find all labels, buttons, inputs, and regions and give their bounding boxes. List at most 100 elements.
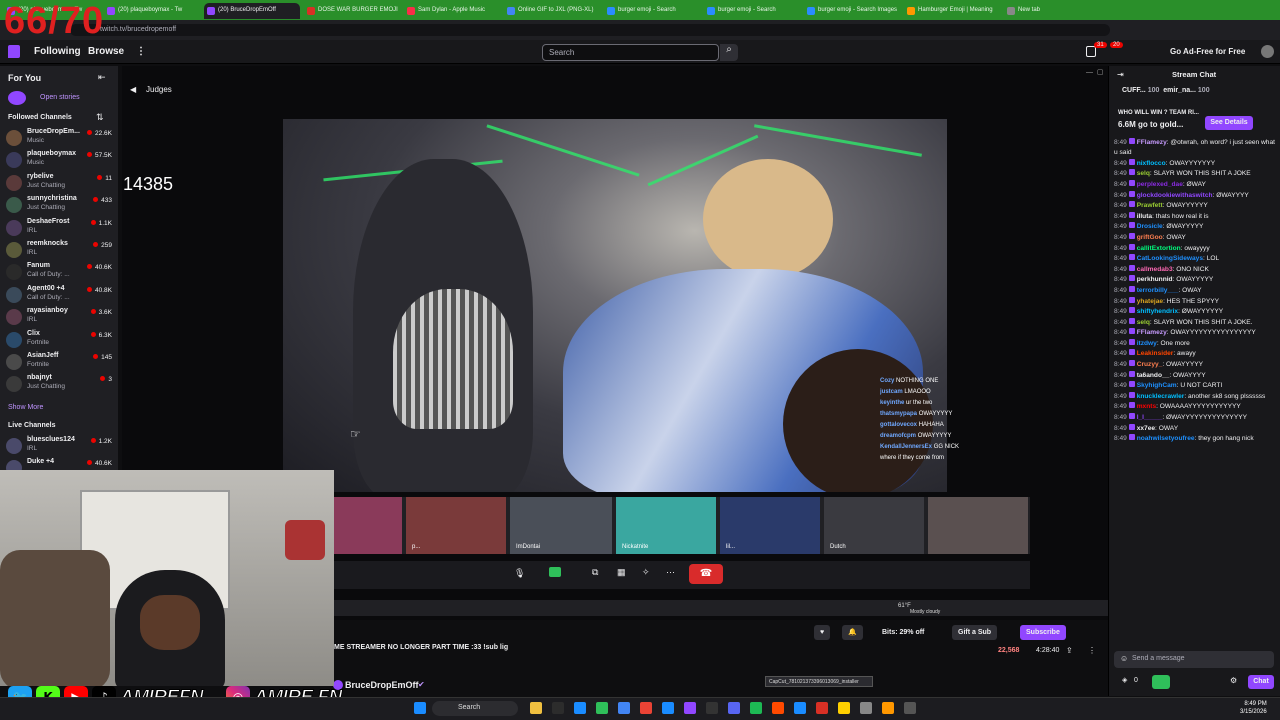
chat-username[interactable]: CatLookingSideways [1137,255,1203,262]
see-details-button[interactable]: See Details [1205,116,1253,130]
taskbar-app-icon[interactable] [772,702,784,714]
browser-tab[interactable]: burger emoji - Search Images [804,3,900,19]
sidebar-channel[interactable]: Clix Fortnite 6.3K [6,330,112,352]
taskbar-app-icon[interactable] [574,702,586,714]
user-avatar[interactable] [1261,45,1274,58]
taskbar-app-icon[interactable] [794,702,806,714]
nav-browse[interactable]: Browse [88,46,124,57]
chat-username[interactable]: yhatejae [1137,298,1163,305]
sidebar-channel[interactable]: rayasianboy IRL 3.6K [6,307,112,329]
follow-heart-icon[interactable]: ♥ [814,625,831,640]
stories-avatar[interactable] [8,91,26,105]
taskbar-app-icon[interactable] [882,702,894,714]
chat-username[interactable]: FFlamezy [1137,139,1167,146]
participant-tile[interactable]: ImDontai [510,497,612,554]
browser-tab[interactable]: burger emoji - Search [604,3,700,19]
browser-tab[interactable]: Hamburger Emoji | Meaning [904,3,1000,19]
chat-send-button[interactable]: Chat [1248,675,1274,689]
more-vertical-icon[interactable]: ⋮ [1088,646,1096,655]
share-screen-icon[interactable]: ⧉ [592,567,598,578]
sidebar-channel[interactable]: rybelive Just Chatting 11 [6,173,112,195]
microphone-icon[interactable]: 🎙 [514,568,525,579]
taskbar-app-icon[interactable] [816,702,828,714]
browser-tab[interactable]: Online GIF to JXL (PNG-XL) [504,3,600,19]
browser-tab[interactable]: (20) plaqueboymax - Tw [104,3,200,19]
sidebar-channel[interactable]: plaqueboymax Music 57.5K [6,150,112,172]
chat-username[interactable]: nixflocco [1137,160,1166,167]
taskbar-app-icon[interactable] [838,702,850,714]
taskbar-app-icon[interactable] [618,702,630,714]
channel-points-icon[interactable]: ◈ [1122,676,1127,684]
taskbar-app-icon[interactable] [904,702,916,714]
taskbar-app-icon[interactable] [750,702,762,714]
windows-start-icon[interactable] [414,702,426,714]
search-button[interactable]: ⌕ [720,44,738,61]
chat-rewards-icon[interactable] [1152,675,1170,689]
chat-username[interactable]: itzdwy [1137,340,1157,347]
search-input[interactable]: Search [542,44,719,61]
chat-username[interactable]: illuta [1137,213,1152,220]
taskbar-app-icon[interactable] [684,702,696,714]
sidebar-channel[interactable]: Agent00 +4 Call of Duty: ... 40.8K [6,285,112,307]
bits-discount[interactable]: Bits: 29% off [876,625,930,640]
chat-username[interactable]: knucklecrawler [1137,393,1185,400]
more-icon[interactable]: ⋮ [136,46,146,57]
sidebar-channel[interactable]: reemknocks IRL 259 [6,240,112,262]
share-icon[interactable]: ⇪ [1066,646,1073,655]
chat-username[interactable]: noahwilsetyoufree [1137,435,1195,442]
taskbar-app-icon[interactable] [728,702,740,714]
chat-username[interactable]: SkyhighCam [1137,382,1177,389]
emote-picker-icon[interactable]: ☺ [1120,654,1128,663]
participant-tile[interactable]: p... [406,497,506,554]
notification-bell-icon[interactable]: 🔔 [842,625,863,640]
gift-sub-button[interactable]: Gift a Sub [952,625,998,640]
go-ad-free-button[interactable]: Go Ad-Free for Free [1170,47,1245,56]
twitch-logo-icon[interactable] [8,45,20,58]
chat-username[interactable]: Leakinsider [1137,350,1174,357]
chat-username[interactable]: terrorbilly___ [1137,287,1179,294]
chat-username[interactable]: selq [1137,319,1150,326]
chat-username[interactable]: Prawfett [1137,202,1163,209]
video-frame[interactable] [283,119,947,492]
taskbar-app-icon[interactable] [596,702,608,714]
collapse-chat-icon[interactable]: ⇥ [1117,70,1124,79]
nav-following[interactable]: Following [34,46,81,57]
chat-input[interactable]: Send a message [1114,651,1274,668]
taskbar-app-icon[interactable] [662,702,674,714]
participant-tile[interactable]: Nickatnite [616,497,716,554]
sidebar-channel[interactable]: Fanum Call of Duty: ... 40.6K [6,262,112,284]
browser-tab[interactable]: Sam Dylan - Apple Music [404,3,500,19]
subscribe-button[interactable]: Subscribe [1020,625,1066,640]
chat-username[interactable]: FFlamezy [1137,329,1167,336]
taskbar-app-icon[interactable] [706,702,718,714]
grid-icon[interactable]: ▦ [617,567,626,578]
chat-username[interactable]: callmedab3 [1137,266,1173,273]
taskbar-app-icon[interactable] [860,702,872,714]
camera-icon[interactable] [549,567,561,577]
show-more-link[interactable]: Show More [8,404,43,411]
sidebar-channel[interactable]: sunnychristina Just Chatting 433 [6,195,112,217]
chat-username[interactable]: shiftyhendrix [1137,308,1178,315]
more-options-icon[interactable]: ⋯ [666,567,675,578]
chat-username[interactable]: selq [1137,170,1150,177]
sidebar-channel[interactable]: nbajnyt Just Chatting 3 [6,374,112,396]
notifications-icon[interactable] [1086,46,1096,57]
participant-tile[interactable] [334,497,402,554]
browser-tab[interactable]: burger emoji - Search [704,3,800,19]
chat-username[interactable]: Drosicle [1137,223,1163,230]
browser-tab[interactable]: New tab [1004,3,1064,19]
open-stories-link[interactable]: Open stories [40,94,80,101]
effects-icon[interactable]: ✧ [642,567,650,578]
live-channel[interactable]: bluesclues124 IRL 1.2K [6,436,112,458]
participant-tile[interactable]: lil... [720,497,820,554]
collapse-sidebar-icon[interactable]: ⇤ [98,72,106,83]
browser-tab[interactable]: DOSE WAR BURGER EMOJI [304,3,400,19]
chat-username[interactable]: xx7ee [1137,425,1155,432]
chat-username[interactable]: l_l_____ [1137,414,1163,421]
sidebar-channel[interactable]: BruceDropEm... Music 22.6K [6,128,112,150]
chat-username[interactable]: glockdookiewithaswitch [1137,192,1213,199]
taskbar-app-icon[interactable] [530,702,542,714]
browser-tab[interactable]: (20) BruceDropEmOff [204,3,300,19]
chat-username[interactable]: ta6ando__ [1137,372,1170,379]
taskbar-app-icon[interactable] [640,702,652,714]
